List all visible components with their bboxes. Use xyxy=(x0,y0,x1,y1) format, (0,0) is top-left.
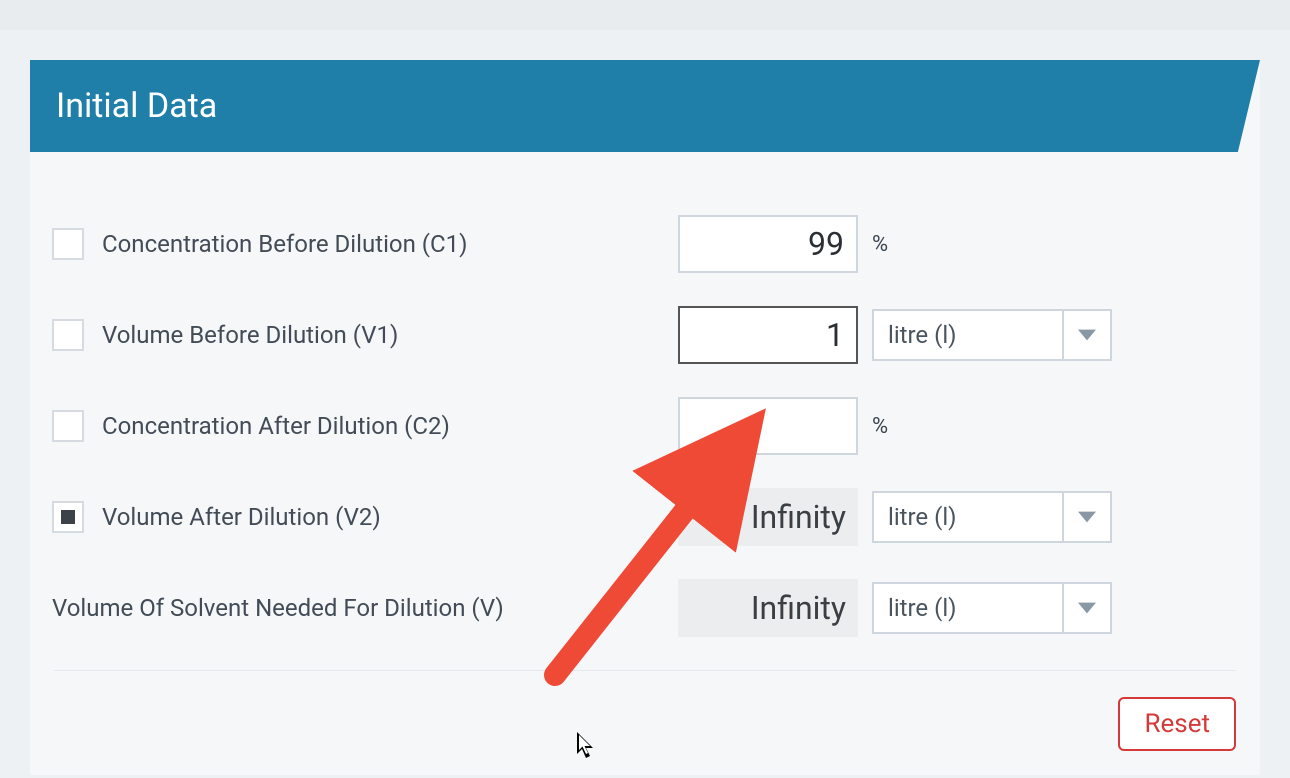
form-body: Concentration Before Dilution (C1) % Vol… xyxy=(30,160,1260,775)
row-c1-input[interactable] xyxy=(678,215,858,273)
row-v1: Volume Before Dilution (V1) litre (l) xyxy=(48,306,1242,364)
row-c2-input[interactable] xyxy=(678,397,858,455)
row-c1: Concentration Before Dilution (C1) % xyxy=(48,215,1242,273)
row-v1-unit-select[interactable]: litre (l) xyxy=(872,309,1112,361)
row-v1-checkbox[interactable] xyxy=(52,319,84,351)
row-c1-label: Concentration Before Dilution (C1) xyxy=(102,230,467,258)
chevron-down-icon xyxy=(1062,584,1110,632)
row-c2-unit: % xyxy=(872,414,888,439)
row-c2-checkbox[interactable] xyxy=(52,410,84,442)
card-footer: Reset xyxy=(48,671,1242,775)
chevron-down-icon xyxy=(1062,493,1110,541)
row-v1-label: Volume Before Dilution (V1) xyxy=(102,321,398,349)
row-v2: Volume After Dilution (V2) litre (l) xyxy=(48,488,1242,546)
row-v1-unit-label: litre (l) xyxy=(888,321,957,349)
row-c2-label: Concentration After Dilution (C2) xyxy=(102,412,450,440)
chevron-down-icon xyxy=(1062,311,1110,359)
row-v1-input[interactable] xyxy=(678,306,858,364)
initial-data-card: Initial Data Concentration Before Diluti… xyxy=(30,60,1260,775)
row-v: Volume Of Solvent Needed For Dilution (V… xyxy=(48,579,1242,637)
reset-button[interactable]: Reset xyxy=(1118,697,1236,751)
row-v2-checkbox[interactable] xyxy=(52,501,84,533)
card-title: Initial Data xyxy=(56,86,217,126)
row-v-label: Volume Of Solvent Needed For Dilution (V… xyxy=(52,594,504,622)
row-v-unit-label: litre (l) xyxy=(888,594,957,622)
row-v2-unit-label: litre (l) xyxy=(888,503,957,531)
top-toolbar xyxy=(0,0,1290,30)
row-c1-checkbox[interactable] xyxy=(52,228,84,260)
row-v2-unit-select[interactable]: litre (l) xyxy=(872,491,1112,543)
row-v-unit-select[interactable]: litre (l) xyxy=(872,582,1112,634)
row-v2-input xyxy=(678,488,858,546)
row-c2: Concentration After Dilution (C2) % xyxy=(48,397,1242,455)
card-header: Initial Data xyxy=(30,60,1260,160)
row-v2-label: Volume After Dilution (V2) xyxy=(102,503,381,531)
row-c1-unit: % xyxy=(872,232,888,257)
row-v-input xyxy=(678,579,858,637)
